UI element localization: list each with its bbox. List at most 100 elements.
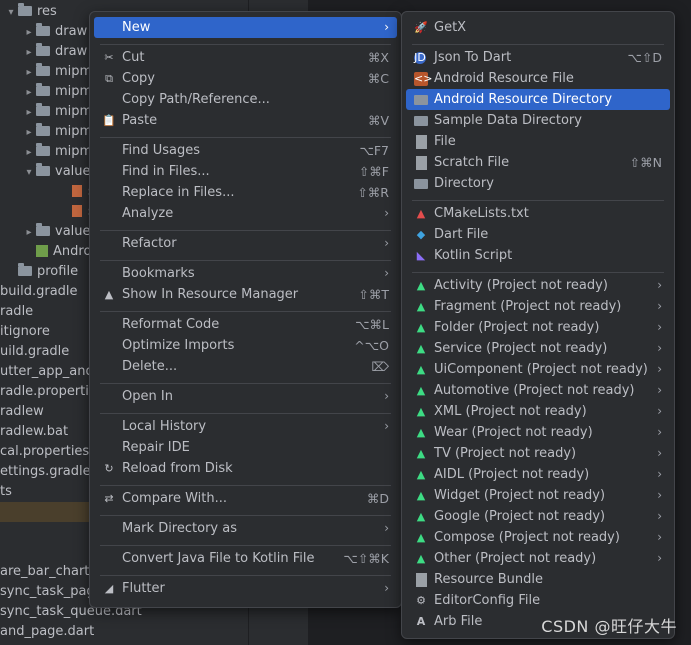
tree-row[interactable]: uild.gradle xyxy=(0,342,69,362)
menu-item-repair-ide[interactable]: Repair IDE xyxy=(94,437,397,458)
menu-item-getx[interactable]: 🚀 GetX xyxy=(406,17,670,38)
menu-item-file[interactable]: File xyxy=(406,131,670,152)
tree-row[interactable]: ettings.gradle xyxy=(0,462,91,482)
tree-row[interactable]: sync_task_page xyxy=(0,582,103,602)
menu-item-android-resource-directory[interactable]: Android Resource Directory xyxy=(406,89,670,110)
chevron-right-icon[interactable]: ▸ xyxy=(22,23,36,43)
menu-item-wear-project-not-ready[interactable]: ▲ Wear (Project not ready) › xyxy=(406,422,670,443)
menu-item-new[interactable]: New › xyxy=(94,17,397,38)
menu-item-fragment-project-not-ready[interactable]: ▲ Fragment (Project not ready) › xyxy=(406,296,670,317)
menu-item-label: Flutter xyxy=(122,581,165,596)
menu-item-aidl-project-not-ready[interactable]: ▲ AIDL (Project not ready) › xyxy=(406,464,670,485)
menu-item-show-in-resource-manager[interactable]: ▲ Show In Resource Manager ⇧⌘T xyxy=(94,284,397,305)
menu-item-find-usages[interactable]: Find Usages ⌥F7 xyxy=(94,140,397,161)
menu-item-cut[interactable]: ✂ Cut ⌘X xyxy=(94,47,397,68)
chevron-right-icon[interactable]: ▸ xyxy=(22,123,36,143)
tree-row[interactable]: utter_app_andr xyxy=(0,362,99,382)
tree-row[interactable]: Android xyxy=(0,242,103,262)
menu-item-google-project-not-ready[interactable]: ▲ Google (Project not ready) › xyxy=(406,506,670,527)
menu-item-label: Local History xyxy=(122,419,207,434)
tree-row[interactable]: ▸ mipm xyxy=(0,122,92,142)
menu-item-delete[interactable]: Delete... ⌦ xyxy=(94,356,397,377)
tree-row[interactable]: are_bar_chart xyxy=(0,562,89,582)
android-icon: ▲ xyxy=(416,447,426,460)
menu-item-refactor[interactable]: Refactor › xyxy=(94,233,397,254)
menu-item-other-project-not-ready[interactable]: ▲ Other (Project not ready) › xyxy=(406,548,670,569)
tree-row[interactable]: ▾ value xyxy=(0,162,91,182)
tree-row[interactable]: itignore xyxy=(0,322,50,342)
menu-item-service-project-not-ready[interactable]: ▲ Service (Project not ready) › xyxy=(406,338,670,359)
menu-item-label: TV (Project not ready) xyxy=(434,446,577,461)
menu-item-resource-bundle[interactable]: Resource Bundle xyxy=(406,569,670,590)
tree-row[interactable]: radlew xyxy=(0,402,44,422)
menu-item-flutter[interactable]: ◢ Flutter › xyxy=(94,578,397,599)
chevron-right-icon[interactable]: ▸ xyxy=(22,63,36,83)
chevron-right-icon[interactable]: ▸ xyxy=(22,143,36,163)
menu-item-replace-in-files[interactable]: Replace in Files... ⇧⌘R xyxy=(94,182,397,203)
tree-row[interactable]: cal.properties xyxy=(0,442,89,462)
tree-row[interactable]: radle xyxy=(0,302,33,322)
menu-item-reformat-code[interactable]: Reformat Code ⌥⌘L xyxy=(94,314,397,335)
menu-item-reload-from-disk[interactable]: ↻ Reload from Disk xyxy=(94,458,397,479)
menu-item-uicomponent-project-not-ready[interactable]: ▲ UiComponent (Project not ready) › xyxy=(406,359,670,380)
menu-item-open-in[interactable]: Open In › xyxy=(94,386,397,407)
tree-row[interactable]: ▸ mipm xyxy=(0,82,92,102)
menu-item-automotive-project-not-ready[interactable]: ▲ Automotive (Project not ready) › xyxy=(406,380,670,401)
tree-row[interactable]: ▸ draw xyxy=(0,22,87,42)
chevron-right-icon[interactable]: ▸ xyxy=(22,223,36,243)
menu-item-compare-with[interactable]: ⇄ Compare With... ⌘D xyxy=(94,488,397,509)
tree-row[interactable]: st xyxy=(0,202,100,222)
chevron-down-icon[interactable]: ▾ xyxy=(22,163,36,183)
tree-row[interactable]: ▸ value xyxy=(0,222,91,242)
chevron-right-icon[interactable]: ▸ xyxy=(22,43,36,63)
menu-item-local-history[interactable]: Local History › xyxy=(94,416,397,437)
tree-row-label: sync_task_page xyxy=(0,584,103,599)
menu-item-widget-project-not-ready[interactable]: ▲ Widget (Project not ready) › xyxy=(406,485,670,506)
menu-item-cmakelists-txt[interactable]: ▲ CMakeLists.txt xyxy=(406,203,670,224)
menu-item-directory[interactable]: Directory xyxy=(406,173,670,194)
menu-item-tv-project-not-ready[interactable]: ▲ TV (Project not ready) › xyxy=(406,443,670,464)
menu-item-xml-project-not-ready[interactable]: ▲ XML (Project not ready) › xyxy=(406,401,670,422)
android-icon: ▲ xyxy=(416,405,426,418)
menu-item-activity-project-not-ready[interactable]: ▲ Activity (Project not ready) › xyxy=(406,275,670,296)
menu-item-copy-path-reference[interactable]: Copy Path/Reference... xyxy=(94,89,397,110)
menu-item-label: Reload from Disk xyxy=(122,461,233,476)
menu-item-label: Json To Dart xyxy=(434,50,512,65)
chevron-down-icon[interactable]: ▾ xyxy=(4,3,18,23)
menu-item-sample-data-directory[interactable]: Sample Data Directory xyxy=(406,110,670,131)
menu-item-optimize-imports[interactable]: Optimize Imports ^⌥O xyxy=(94,335,397,356)
menu-item-paste[interactable]: 📋 Paste ⌘V xyxy=(94,110,397,131)
menu-item-label: Kotlin Script xyxy=(434,248,513,263)
menu-item-mark-directory-as[interactable]: Mark Directory as › xyxy=(94,518,397,539)
menu-item-kotlin-script[interactable]: ◣ Kotlin Script xyxy=(406,245,670,266)
chevron-right-icon[interactable]: ▸ xyxy=(22,83,36,103)
menu-item-label: Fragment (Project not ready) xyxy=(434,299,622,314)
menu-item-android-resource-file[interactable]: <> Android Resource File xyxy=(406,68,670,89)
chevron-right-icon[interactable]: ▸ xyxy=(22,103,36,123)
menu-item-find-in-files[interactable]: Find in Files... ⇧⌘F xyxy=(94,161,397,182)
menu-item-label: Automotive (Project not ready) xyxy=(434,383,635,398)
menu-item-copy[interactable]: ⧉ Copy ⌘C xyxy=(94,68,397,89)
tree-row[interactable]: ts xyxy=(0,482,12,502)
tree-row[interactable]: build.gradle xyxy=(0,282,78,302)
menu-item-analyze[interactable]: Analyze › xyxy=(94,203,397,224)
tree-row[interactable]: ▸ draw xyxy=(0,42,87,62)
tree-row[interactable]: ▸ mipm xyxy=(0,62,92,82)
menu-separator xyxy=(412,200,664,201)
tree-row[interactable]: radlew.bat xyxy=(0,422,68,442)
tree-row[interactable]: ▾ res xyxy=(0,2,57,22)
menu-item-compose-project-not-ready[interactable]: ▲ Compose (Project not ready) › xyxy=(406,527,670,548)
menu-item-convert-java-file-to-kotlin-file[interactable]: Convert Java File to Kotlin File ⌥⇧⌘K xyxy=(94,548,397,569)
tree-row[interactable]: profile xyxy=(0,262,78,282)
tree-row[interactable]: ▸ mipm xyxy=(0,142,92,162)
tree-row[interactable]: st xyxy=(0,182,100,202)
menu-item-bookmarks[interactable]: Bookmarks › xyxy=(94,263,397,284)
tree-row[interactable]: ▸ mipm xyxy=(0,102,92,122)
menu-item-editorconfig-file[interactable]: ⚙ EditorConfig File xyxy=(406,590,670,611)
menu-item-json-to-dart[interactable]: JD Json To Dart ⌥⇧D xyxy=(406,47,670,68)
menu-item-scratch-file[interactable]: Scratch File ⇧⌘N xyxy=(406,152,670,173)
menu-item-dart-file[interactable]: ◆ Dart File xyxy=(406,224,670,245)
tree-row[interactable]: and_page.dart xyxy=(0,622,94,642)
menu-item-folder-project-not-ready[interactable]: ▲ Folder (Project not ready) › xyxy=(406,317,670,338)
xml-file-icon xyxy=(72,205,82,217)
